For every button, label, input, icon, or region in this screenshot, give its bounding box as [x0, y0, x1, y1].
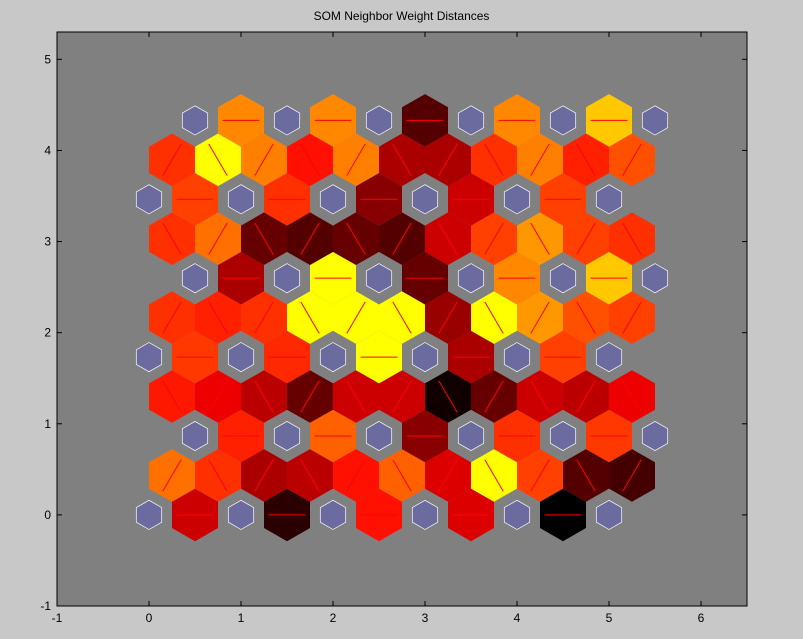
- x-tick-label: 1: [238, 611, 245, 625]
- y-tick-label: 0: [44, 508, 51, 522]
- y-tick-label: 3: [44, 235, 51, 249]
- y-tick-label: 1: [44, 417, 51, 431]
- x-tick-label: 0: [146, 611, 153, 625]
- x-tick-label: 6: [698, 611, 705, 625]
- x-tick-label: 4: [514, 611, 521, 625]
- y-tick-label: 2: [44, 326, 51, 340]
- x-tick-label: 5: [606, 611, 613, 625]
- x-tick-label: 2: [330, 611, 337, 625]
- som-chart: -1 0 1 2 3 4 5 6 -1 0 1 2 3 4 5: [40, 31, 748, 625]
- x-tick-label: -1: [52, 611, 63, 625]
- y-tick-label: 5: [44, 52, 51, 66]
- y-tick-label: -1: [40, 599, 51, 613]
- y-tick-label: 4: [44, 143, 51, 157]
- x-tick-label: 3: [422, 611, 429, 625]
